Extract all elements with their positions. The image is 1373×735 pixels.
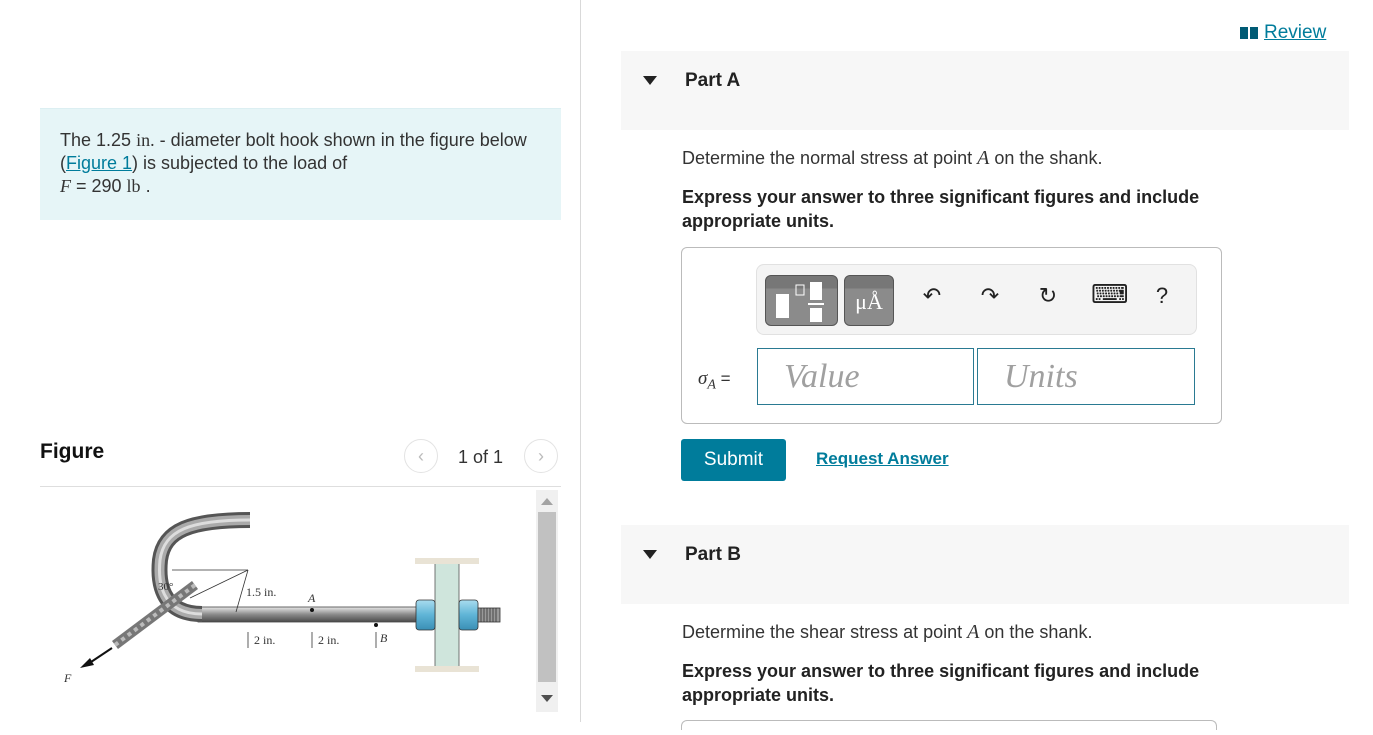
problem-pane: The 1.25 in. - diameter bolt hook shown … bbox=[0, 0, 581, 722]
nut-right bbox=[458, 599, 479, 631]
figure-title: Figure bbox=[40, 440, 105, 463]
keyboard-icon[interactable]: ⌨ bbox=[1091, 279, 1129, 310]
point-a-marker bbox=[310, 608, 314, 612]
scroll-down-arrow-icon[interactable] bbox=[541, 695, 553, 702]
problem-text: ) is subjected to the load of bbox=[132, 153, 348, 173]
point-b-marker bbox=[374, 623, 378, 627]
force-unit: lb bbox=[126, 176, 141, 196]
caret-down-icon[interactable] bbox=[643, 550, 657, 559]
prompt-text: Determine the normal stress at point bbox=[682, 148, 978, 168]
caret-down-icon[interactable] bbox=[643, 76, 657, 85]
part-b-answer-box bbox=[681, 720, 1217, 730]
figure-scrollbar[interactable] bbox=[536, 490, 558, 712]
figure-counter: 1 of 1 bbox=[458, 447, 504, 467]
point-a-label: A bbox=[307, 591, 316, 605]
part-b-title: Part B bbox=[685, 544, 741, 565]
part-b-prompt: Determine the shear stress at point A on… bbox=[682, 621, 1092, 644]
force-label: F bbox=[63, 671, 72, 685]
point-symbol: A bbox=[977, 147, 990, 169]
dimension-2-label: 2 in. bbox=[318, 633, 339, 647]
nut-left bbox=[415, 599, 436, 631]
wall-plate bbox=[434, 559, 460, 671]
problem-text: The 1.25 bbox=[60, 130, 137, 150]
request-answer-link[interactable]: Request Answer bbox=[816, 449, 949, 469]
prompt-text: on the shank. bbox=[989, 148, 1103, 168]
problem-text: . bbox=[140, 176, 151, 196]
angle-label: 30° bbox=[158, 581, 173, 593]
help-icon[interactable]: ? bbox=[1147, 283, 1177, 309]
force-value: = 290 bbox=[71, 176, 127, 196]
prompt-text: on the shank. bbox=[979, 622, 1093, 642]
reset-icon[interactable]: ↻ bbox=[1033, 283, 1063, 309]
math-toolbar: μÅ ↶ ↷ ↻ ⌨ ? bbox=[756, 264, 1197, 335]
bolt-shank bbox=[197, 606, 419, 623]
previous-figure-button[interactable]: ‹ bbox=[404, 439, 438, 473]
scroll-up-arrow-icon[interactable] bbox=[541, 498, 553, 505]
equals-sign: = bbox=[715, 369, 731, 388]
bolt-hook-diagram: F 30° 1.5 in. A B 2 in. 2 in. bbox=[63, 512, 501, 685]
fraction-template-icon bbox=[776, 282, 824, 322]
value-input[interactable]: Value bbox=[757, 348, 974, 405]
units-input[interactable]: Units bbox=[977, 348, 1195, 405]
point-symbol: A bbox=[967, 621, 980, 643]
answer-box: μÅ ↶ ↷ ↻ ⌨ ? σA = Value Units bbox=[681, 247, 1222, 424]
force-symbol: F bbox=[60, 176, 71, 196]
scrollbar-thumb[interactable] bbox=[538, 512, 556, 682]
part-b-header[interactable]: Part B bbox=[621, 525, 1349, 604]
sigma-subscript: A bbox=[707, 377, 716, 393]
units-button[interactable]: μÅ bbox=[844, 275, 894, 326]
figure-image: F 30° 1.5 in. A B 2 in. 2 in. bbox=[40, 490, 540, 722]
undo-icon[interactable]: ↶ bbox=[917, 283, 947, 309]
part-a-prompt: Determine the normal stress at point A o… bbox=[682, 147, 1102, 170]
chevron-right-icon: › bbox=[538, 446, 544, 466]
part-b-instruction: Express your answer to three significant… bbox=[682, 661, 1200, 705]
answer-label: σA = bbox=[698, 368, 731, 393]
redo-icon[interactable]: ↷ bbox=[975, 283, 1005, 309]
figure-link[interactable]: Figure 1 bbox=[66, 153, 132, 173]
dimension-1-label: 2 in. bbox=[254, 633, 275, 647]
part-a-title: Part A bbox=[685, 70, 741, 91]
part-a-instruction: Express your answer to three significant… bbox=[682, 187, 1200, 231]
figure-header: Figure ‹ 1 of 1 › bbox=[40, 437, 561, 487]
book-icon bbox=[1240, 26, 1258, 39]
review-label: Review bbox=[1264, 22, 1327, 43]
prompt-text: Determine the shear stress at point bbox=[682, 622, 968, 642]
unit-inches: in. bbox=[136, 130, 155, 150]
next-figure-button[interactable]: › bbox=[524, 439, 558, 473]
problem-statement: The 1.25 in. - diameter bolt hook shown … bbox=[40, 108, 561, 220]
templates-button[interactable] bbox=[765, 275, 838, 326]
point-b-label: B bbox=[380, 631, 388, 645]
submit-button[interactable]: Submit bbox=[681, 439, 786, 481]
chevron-left-icon: ‹ bbox=[418, 446, 424, 466]
sigma-symbol: σ bbox=[698, 368, 708, 389]
radius-label: 1.5 in. bbox=[246, 585, 276, 599]
part-a-header[interactable]: Part A bbox=[621, 51, 1349, 130]
review-link[interactable]: Review bbox=[1240, 22, 1326, 44]
